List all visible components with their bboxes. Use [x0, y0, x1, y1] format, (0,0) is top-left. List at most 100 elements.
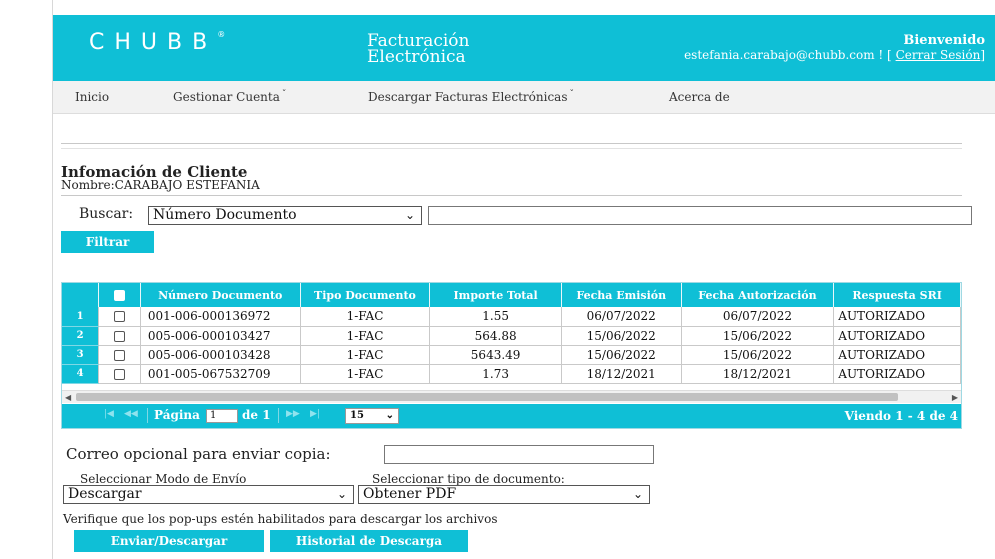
- col-tipo-documento[interactable]: Tipo Documento: [300, 283, 431, 307]
- send-mode-value: Descargar: [68, 486, 142, 502]
- cell-importe: 1.55: [429, 307, 562, 327]
- chevron-down-icon: ⌄: [632, 487, 643, 501]
- send-mode-label: Seleccionar Modo de Envío: [80, 472, 247, 486]
- cell-tipo: 1-FAC: [300, 345, 431, 365]
- chevron-down-icon: ˇ: [281, 90, 287, 100]
- search-input[interactable]: [428, 206, 972, 225]
- last-page-icon[interactable]: ▶|: [310, 409, 320, 419]
- cell-importe: 564.88: [429, 326, 562, 346]
- cell-importe: 1.73: [429, 364, 562, 384]
- next-page-icon[interactable]: ▶▶: [286, 409, 300, 419]
- welcome-block: Bienvenido estefania.carabajo@chubb.com …: [684, 33, 985, 63]
- cell-autorizacion: 15/06/2022: [681, 345, 835, 365]
- col-numero-documento[interactable]: Número Documento: [140, 283, 301, 307]
- page-number-input[interactable]: 1: [206, 409, 238, 423]
- row-number: 4: [62, 364, 100, 384]
- chubb-logo: CHUBB®: [89, 30, 226, 55]
- table-row[interactable]: 2 005-006-000103427 1-FAC 564.88 15/06/2…: [62, 326, 961, 346]
- cell-numero: 001-005-067532709: [140, 364, 301, 384]
- divider: [61, 148, 962, 149]
- nav-item-inicio[interactable]: Inicio: [75, 90, 109, 104]
- prev-page-icon[interactable]: ◀◀: [124, 409, 138, 419]
- scrollbar-thumb[interactable]: [76, 393, 898, 401]
- client-name: Nombre:CARABAJO ESTEFANIA: [61, 178, 260, 192]
- filter-button[interactable]: Filtrar: [61, 231, 154, 253]
- page-size-select[interactable]: 15 ⌄: [345, 408, 399, 424]
- divider: [61, 143, 962, 144]
- cell-importe: 5643.49: [429, 345, 562, 365]
- chevron-down-icon: ⌄: [404, 208, 415, 222]
- page-count-label: de 1: [242, 408, 271, 422]
- app-title-line2: Electrónica: [367, 47, 466, 67]
- scroll-right-icon[interactable]: ▶: [952, 391, 958, 404]
- send-mode-select[interactable]: Descargar ⌄: [63, 485, 354, 504]
- chevron-down-icon: ˇ: [569, 90, 574, 100]
- send-download-button[interactable]: Enviar/Descargar: [74, 530, 264, 552]
- page: CHUBB® Facturación Electrónica Bienvenid…: [0, 0, 995, 559]
- main-nav: Inicio Gestionar Cuenta ˇ Descargar Factu…: [53, 81, 995, 114]
- row-checkbox-cell[interactable]: [98, 307, 141, 327]
- divider: [61, 195, 962, 196]
- cell-sri: AUTORIZADO: [833, 345, 961, 365]
- row-number: 3: [62, 345, 100, 365]
- cell-autorizacion: 15/06/2022: [681, 326, 835, 346]
- page-label: Página: [154, 408, 200, 422]
- row-checkbox-cell[interactable]: [98, 364, 141, 384]
- table-row[interactable]: 3 005-006-000103428 1-FAC 5643.49 15/06/…: [62, 345, 961, 365]
- cell-autorizacion: 18/12/2021: [681, 364, 835, 384]
- cell-tipo: 1-FAC: [300, 364, 431, 384]
- row-checkbox[interactable]: [114, 349, 126, 361]
- col-fecha-autorizacion[interactable]: Fecha Autorización: [681, 283, 835, 307]
- table-header-row: Número Documento Tipo Documento Importe …: [62, 283, 961, 307]
- select-all-header[interactable]: [98, 283, 141, 307]
- col-respuesta-sri[interactable]: Respuesta SRI: [833, 283, 961, 307]
- pager-divider: [278, 408, 279, 423]
- col-fecha-emision[interactable]: Fecha Emisión: [561, 283, 682, 307]
- cell-numero: 005-006-000103427: [140, 326, 301, 346]
- scroll-left-icon[interactable]: ◀: [65, 391, 71, 404]
- cell-tipo: 1-FAC: [300, 326, 431, 346]
- row-checkbox-cell[interactable]: [98, 345, 141, 365]
- cell-tipo: 1-FAC: [300, 307, 431, 327]
- table-row[interactable]: 4 001-005-067532709 1-FAC 1.73 18/12/202…: [62, 364, 961, 384]
- records-summary: Viendo 1 - 4 de 4: [844, 409, 958, 423]
- row-checkbox[interactable]: [114, 368, 126, 380]
- logout-link[interactable]: Cerrar Sesión: [896, 48, 981, 62]
- row-number: 1: [62, 307, 100, 327]
- nav-item-acerca-de[interactable]: Acerca de: [669, 90, 730, 104]
- user-line: estefania.carabajo@chubb.com ! [ Cerrar …: [684, 48, 985, 63]
- table-row[interactable]: 1 001-006-000136972 1-FAC 1.55 06/07/202…: [62, 307, 961, 327]
- first-page-icon[interactable]: |◀: [104, 409, 114, 419]
- row-number-header: [62, 283, 100, 307]
- col-importe-total[interactable]: Importe Total: [429, 283, 562, 307]
- chevron-down-icon: ⌄: [336, 487, 347, 501]
- header-bar: CHUBB® Facturación Electrónica Bienvenid…: [53, 15, 995, 81]
- row-checkbox-cell[interactable]: [98, 326, 141, 346]
- doc-type-value: Obtener PDF: [363, 486, 457, 502]
- welcome-text: Bienvenido: [903, 33, 985, 48]
- cell-emision: 15/06/2022: [561, 326, 682, 346]
- nav-item-descargar-facturas[interactable]: Descargar Facturas Electrónicas ˇ: [368, 90, 574, 104]
- chevron-down-icon: ⌄: [385, 410, 394, 421]
- download-history-button[interactable]: Historial de Descarga: [270, 530, 468, 552]
- user-email: estefania.carabajo@chubb.com ! [: [684, 48, 892, 62]
- row-checkbox[interactable]: [114, 311, 126, 323]
- select-all-checkbox[interactable]: [114, 290, 126, 301]
- cell-numero: 001-006-000136972: [140, 307, 301, 327]
- pager-divider: [147, 408, 148, 423]
- row-number: 2: [62, 326, 100, 346]
- logout-bracket: ]: [980, 48, 985, 62]
- horizontal-scrollbar[interactable]: ◀ ▶: [62, 390, 961, 403]
- doc-type-select[interactable]: Obtener PDF ⌄: [358, 485, 650, 504]
- cell-sri: AUTORIZADO: [833, 326, 961, 346]
- copy-email-input[interactable]: [384, 445, 654, 464]
- search-field-value: Número Documento: [153, 207, 297, 223]
- popup-warning-note: Verifique que los pop-ups estén habilita…: [63, 512, 498, 526]
- cell-sri: AUTORIZADO: [833, 307, 961, 327]
- cell-emision: 15/06/2022: [561, 345, 682, 365]
- grid-pager: |◀ ◀◀ Página 1 de 1 ▶▶ ▶| 15 ⌄ Viendo 1 -…: [62, 404, 961, 428]
- invoice-grid: Número Documento Tipo Documento Importe …: [61, 282, 962, 429]
- search-field-select[interactable]: Número Documento ⌄: [148, 206, 422, 225]
- row-checkbox[interactable]: [114, 330, 126, 342]
- nav-item-gestionar-cuenta[interactable]: Gestionar Cuenta ˇ: [173, 90, 286, 104]
